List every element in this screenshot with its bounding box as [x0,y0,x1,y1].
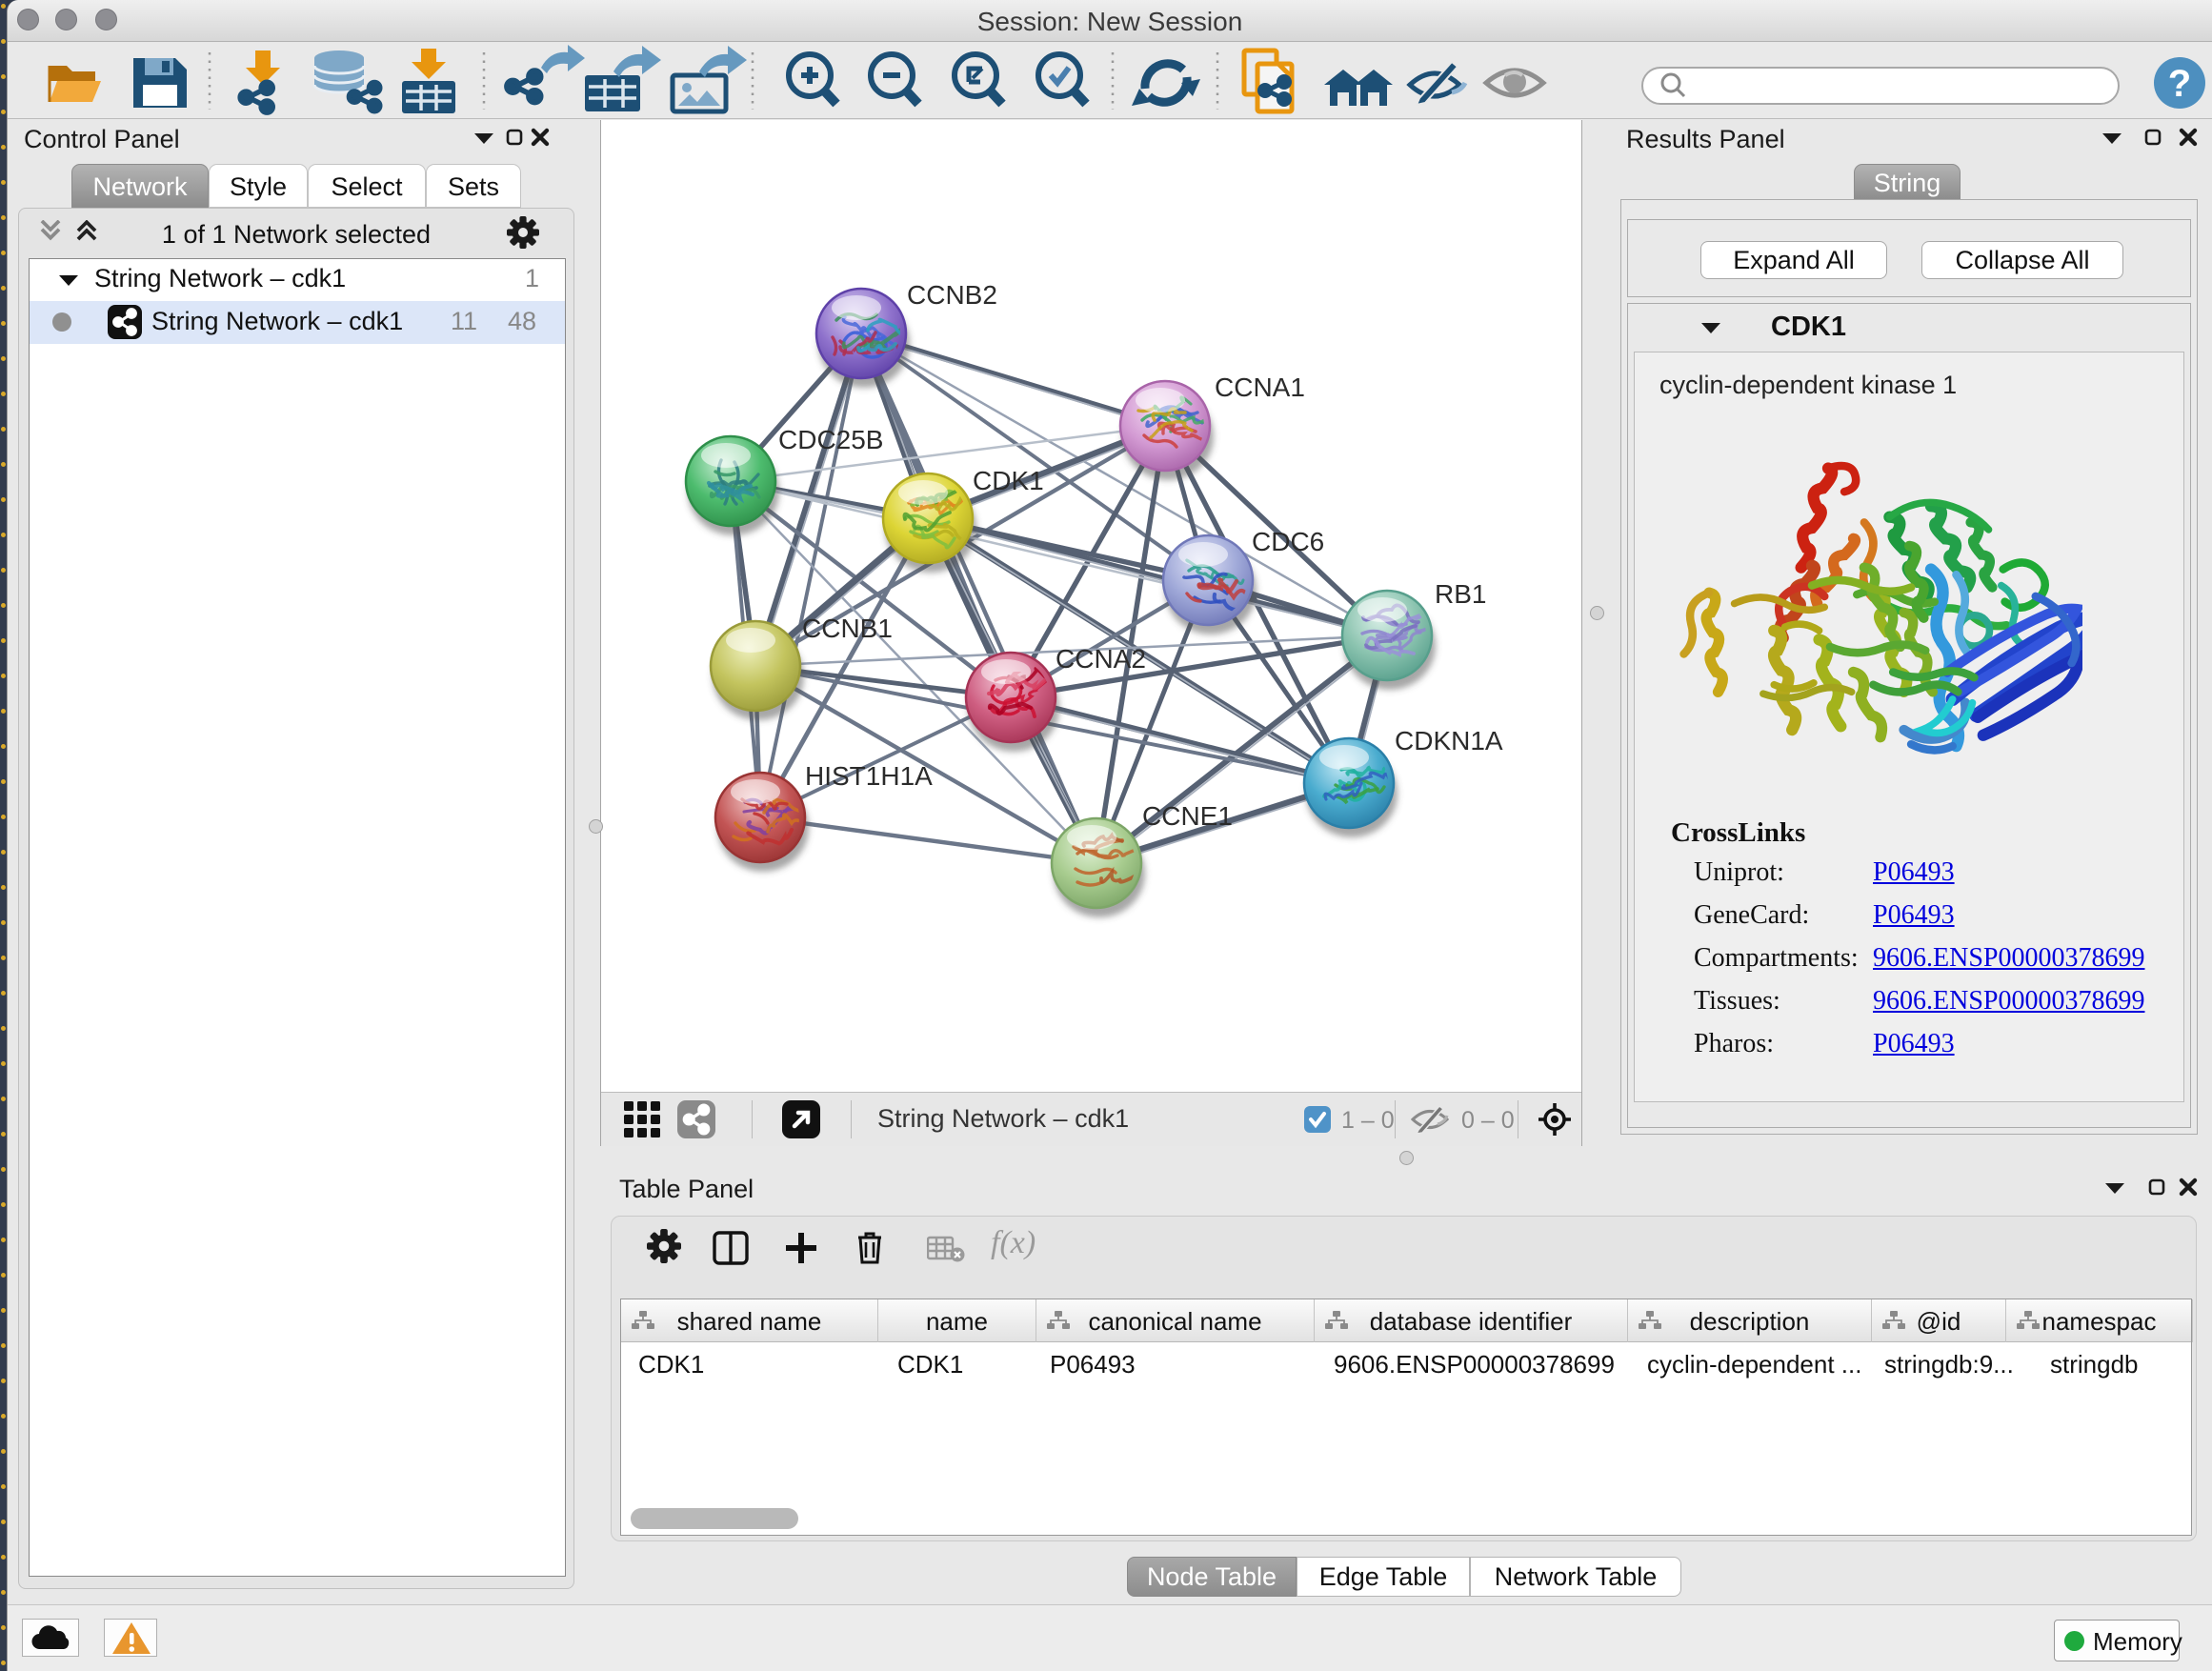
svg-text:CCNB1: CCNB1 [802,614,893,643]
svg-text:CCNA2: CCNA2 [1056,644,1146,674]
svg-text:RB1: RB1 [1435,579,1486,609]
svg-text:CDKN1A: CDKN1A [1395,726,1503,755]
svg-text:CCNA1: CCNA1 [1215,372,1305,402]
svg-text:CCNE1: CCNE1 [1142,801,1233,831]
svg-text:CDK1: CDK1 [973,466,1044,495]
svg-text:?: ? [2168,63,2191,105]
svg-text:CCNB2: CCNB2 [907,280,997,310]
svg-text:CDC6: CDC6 [1252,527,1324,556]
svg-text:CDC25B: CDC25B [778,425,883,454]
svg-text:HIST1H1A: HIST1H1A [805,761,933,791]
